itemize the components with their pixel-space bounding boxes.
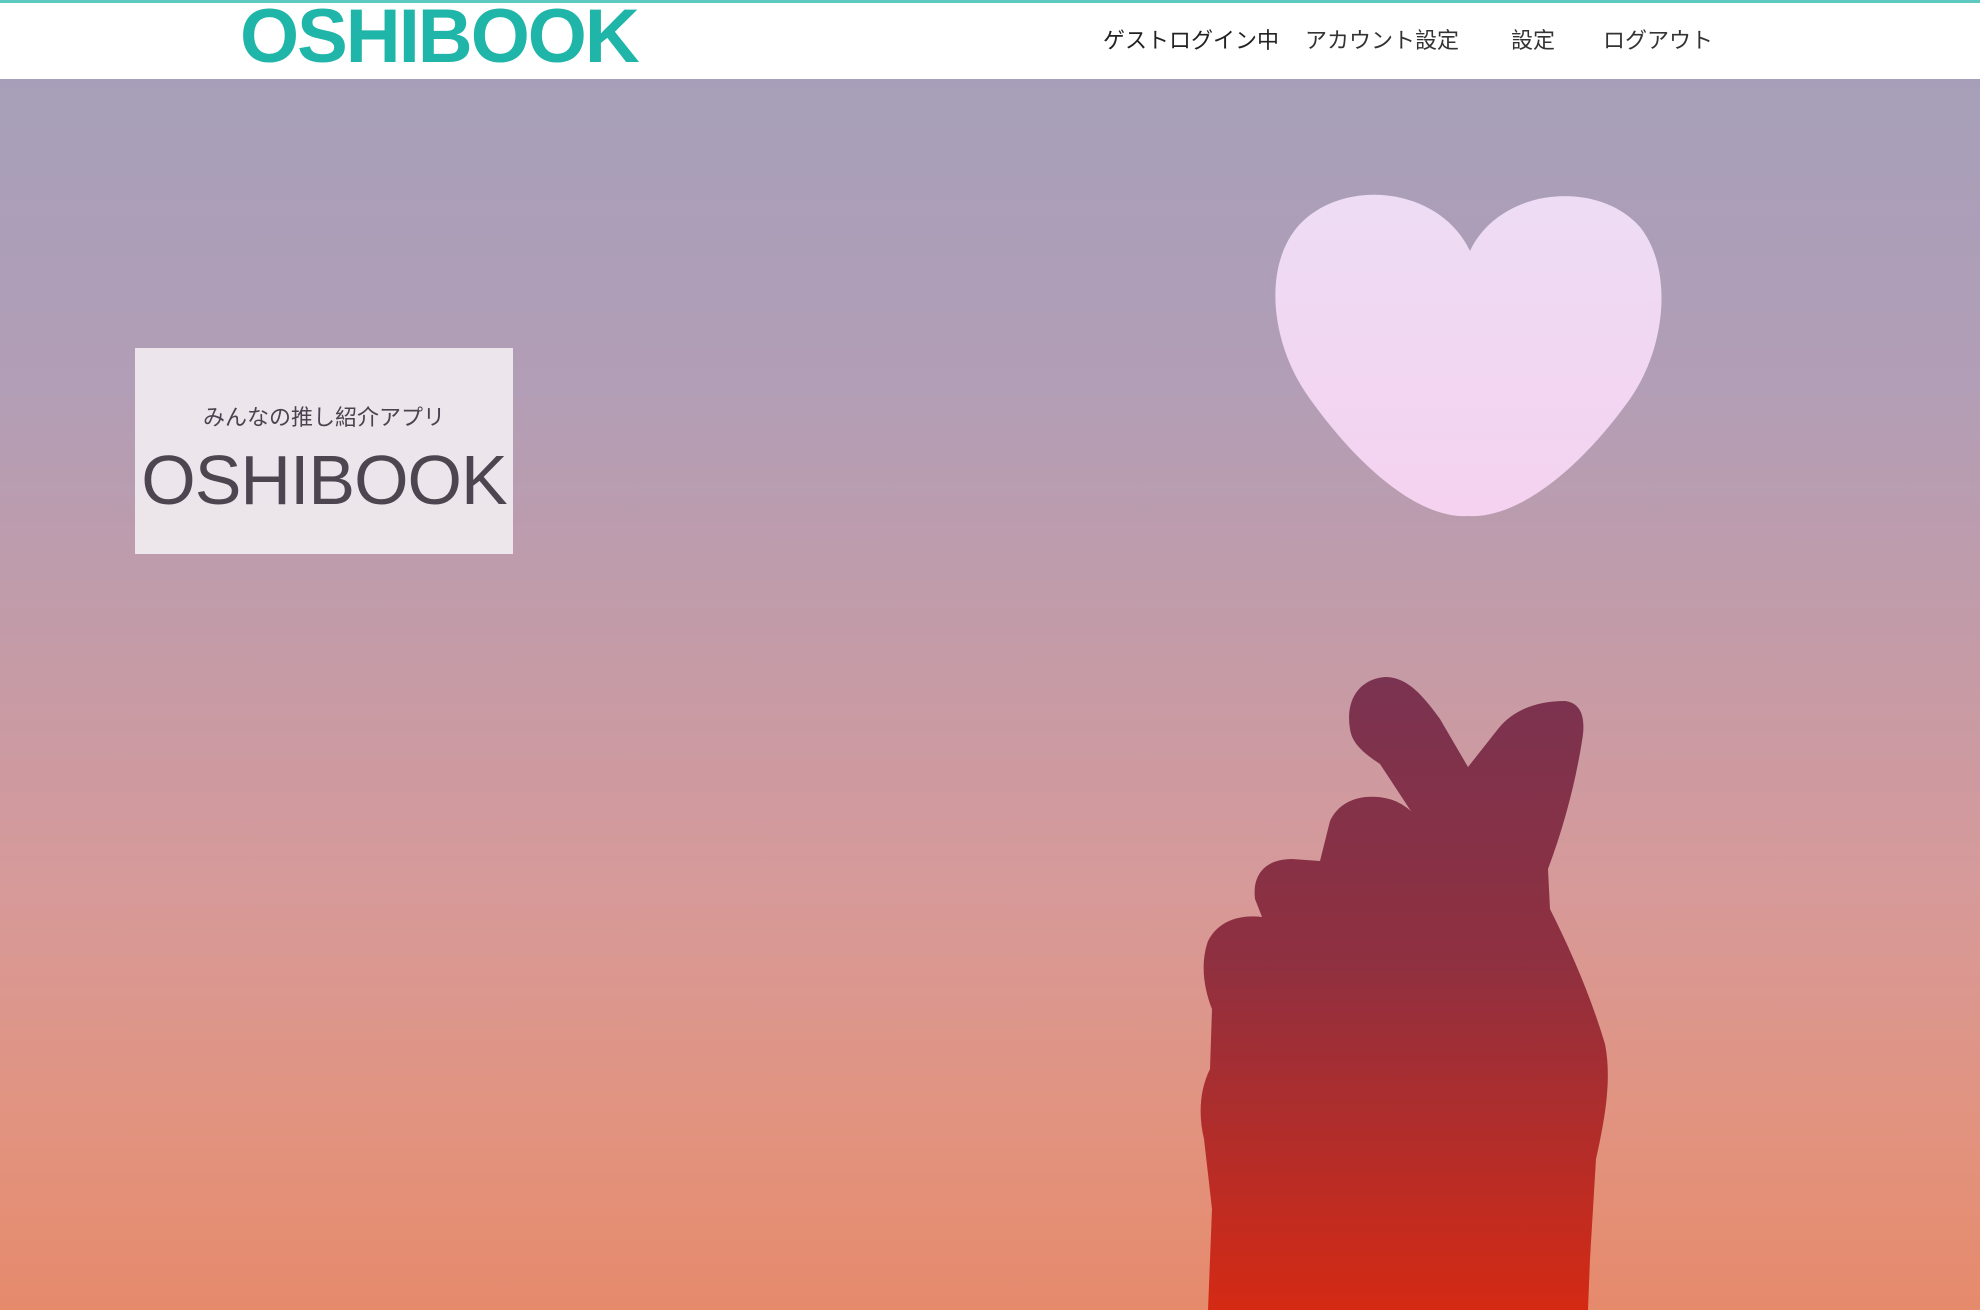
logout-link[interactable]: ログアウト: [1603, 27, 1713, 57]
hero-banner: みんなの推し紹介アプリ OSHIBOOK: [0, 79, 1980, 1310]
heart-icon: [1275, 194, 1662, 517]
app-title: OSHIBOOK: [141, 441, 507, 519]
navbar: OSHIBOOK ゲストログイン中 アカウント設定 設定 ログアウト: [0, 0, 1980, 79]
app-tagline: みんなの推し紹介アプリ: [202, 406, 445, 431]
brand-logo[interactable]: OSHIBOOK: [240, 0, 640, 77]
intro-card: みんなの推し紹介アプリ OSHIBOOK: [135, 348, 513, 554]
account-settings-link[interactable]: アカウント設定: [1305, 27, 1459, 57]
settings-link[interactable]: 設定: [1511, 27, 1555, 57]
guest-login-status: ゲストログイン中: [1103, 29, 1280, 54]
finger-heart-hand-icon: [1200, 677, 1608, 1310]
hero-illustration: [1200, 194, 1662, 1310]
